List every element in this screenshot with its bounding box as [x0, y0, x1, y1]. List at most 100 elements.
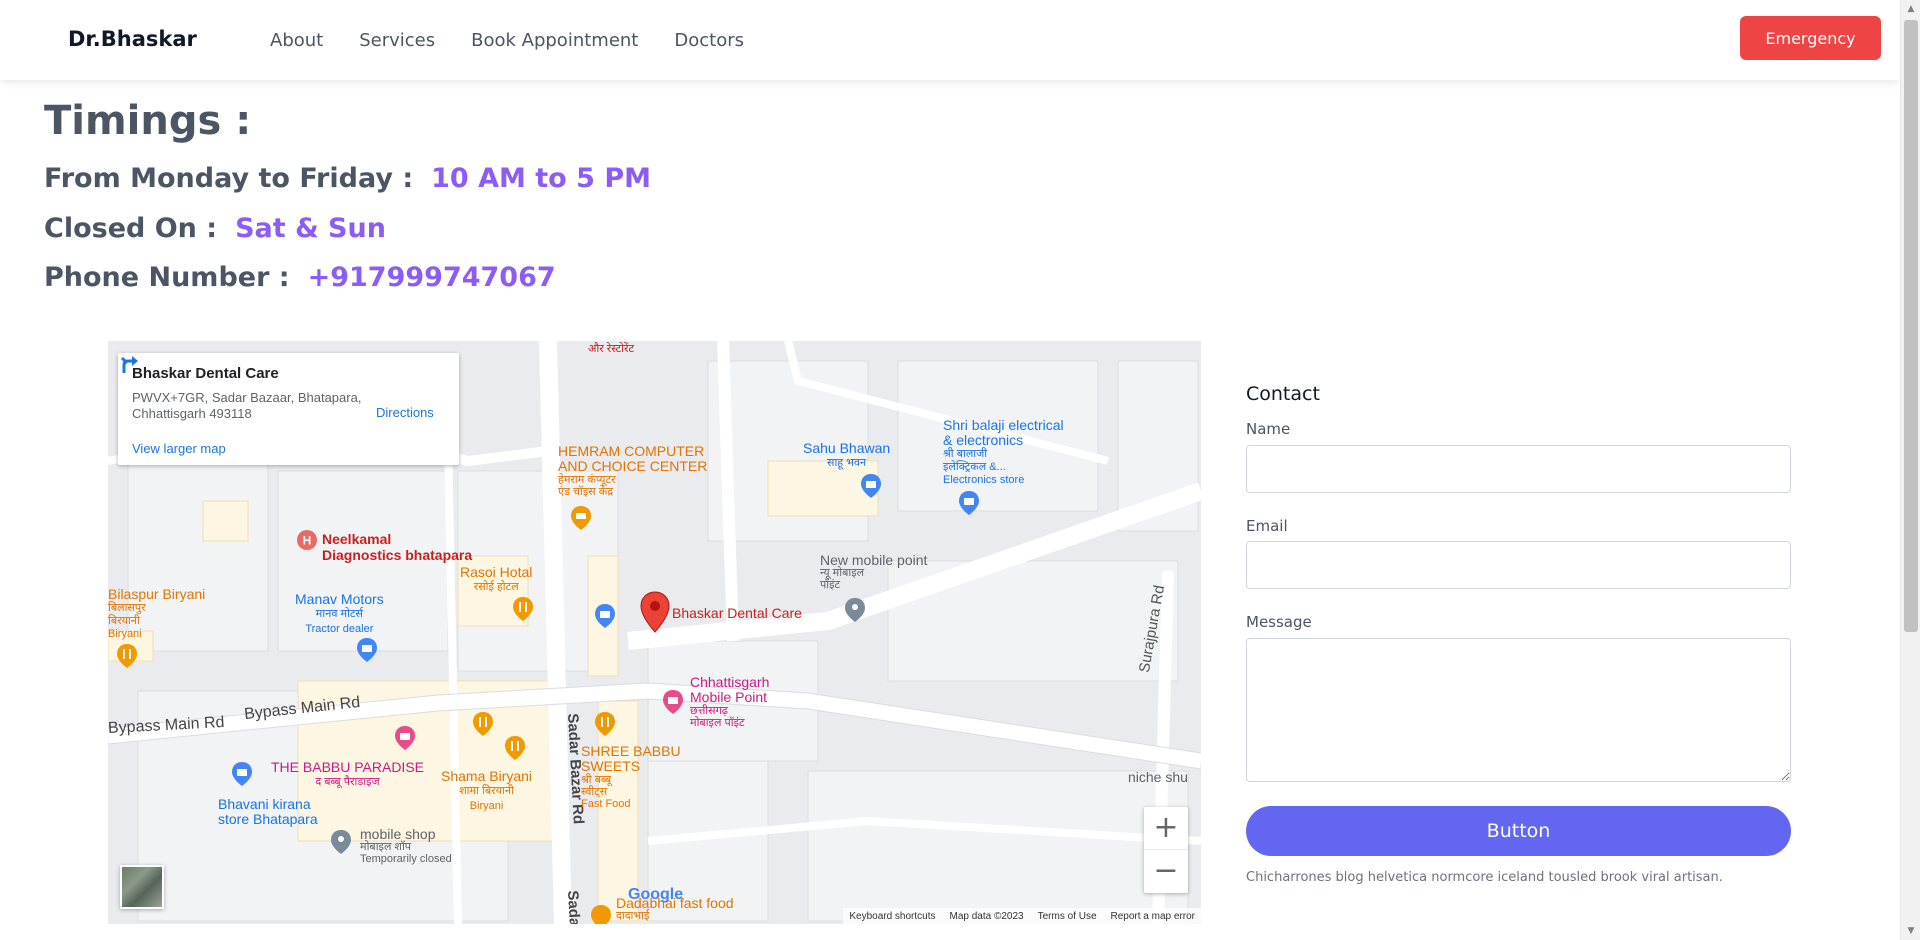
map-label: mobile shop मोबाइल शॉप Temporarily closed [360, 827, 452, 865]
directions-link[interactable]: Directions [376, 405, 434, 420]
map-label-line: Biryani [469, 800, 504, 812]
restaurant-icon[interactable] [116, 643, 138, 669]
scroll-up-arrow-icon[interactable]: ▲ [1901, 0, 1920, 18]
brand-logo[interactable]: Dr.Bhaskar [68, 27, 197, 51]
nav-book-appointment[interactable]: Book Appointment [471, 30, 638, 51]
map-label-line: मोबाइल शॉप [360, 841, 412, 853]
map-label-line: SHREE BABBU [581, 743, 681, 759]
map-label: और रेस्टोरेंट [588, 343, 635, 355]
map-label: Rasoi Hotal रसोई होटल [460, 565, 532, 595]
map-label-line: Fast Food [581, 798, 631, 810]
shopping-icon[interactable] [662, 689, 684, 715]
nav-doctors[interactable]: Doctors [674, 30, 744, 51]
submit-button[interactable]: Button [1246, 806, 1791, 856]
map-label-line: बिरयानी [108, 615, 140, 627]
restaurant-icon[interactable] [504, 735, 526, 761]
map-label-line: रसोई होटल [473, 581, 519, 593]
scroll-down-arrow-icon[interactable]: ▼ [1901, 922, 1920, 940]
map-label-line: Diagnostics bhatapara [322, 547, 473, 563]
map-label-line: न्यू मोबाइल [820, 567, 865, 579]
map-label-line: इलेक्ट्रिकल &... [943, 461, 1006, 473]
restaurant-icon[interactable] [590, 904, 612, 924]
nav-services[interactable]: Services [359, 30, 435, 51]
shopping-icon[interactable] [394, 725, 416, 751]
map-label-line: मानव मोटर्स [315, 608, 363, 620]
map-label-line: THE BABBU PARADISE [271, 759, 425, 775]
map-label: Chhattisgarh Mobile Point छत्तीसगढ़ मोबाइल … [690, 675, 769, 730]
map-label-line: Neelkamal [322, 531, 392, 547]
closed-label: Closed On : [44, 213, 218, 244]
terms-of-use-link[interactable]: Terms of Use [1038, 911, 1097, 922]
store-icon[interactable] [356, 637, 378, 663]
map-data-text: Map data ©2023 [949, 910, 1024, 922]
store-icon[interactable] [860, 473, 882, 499]
restaurant-icon[interactable] [472, 711, 494, 737]
cafe-icon[interactable] [570, 505, 592, 531]
phone-label: Phone Number : [44, 262, 290, 293]
name-input[interactable] [1246, 445, 1791, 493]
map-label-line: दादाभाई [616, 910, 650, 922]
page-scrollbar[interactable]: ▲ ▼ [1900, 0, 1920, 940]
weekday-label: From Monday to Friday : [44, 163, 414, 194]
timings-title: Timings : [44, 98, 252, 144]
map-place-address: PWVX+7GR, Sadar Bazaar, Bhatapara, Chhat… [132, 390, 362, 421]
main-nav: About Services Book Appointment Doctors [270, 30, 780, 51]
place-pin-icon[interactable] [844, 597, 866, 623]
map-label: New mobile point न्यू मोबाइल पॉइंट [820, 553, 927, 591]
map-label-line: शामा बिरयानी [459, 785, 514, 797]
message-label: Message [1246, 613, 1312, 631]
map-label-line: Rasoi Hotal [460, 564, 533, 580]
message-textarea[interactable] [1246, 638, 1791, 782]
store-icon[interactable] [594, 603, 616, 629]
store-icon[interactable] [231, 761, 253, 787]
map-label-line: Tractor dealer [305, 623, 374, 635]
google-logo: Google [628, 886, 684, 903]
map-attribution: Keyboard shortcuts Map data ©2023 Terms … [843, 908, 1201, 924]
store-icon[interactable] [958, 490, 980, 516]
map-label: Shri balaji electrical & electronics श्री … [943, 418, 1064, 487]
map-label-line: हेमराम कंप्यूटर [558, 474, 616, 486]
weekday-value: 10 AM to 5 PM [431, 163, 651, 194]
map-label-line: छत्तीसगढ़ [690, 705, 728, 717]
map-label-marker: Bhaskar Dental Care [672, 605, 802, 621]
map-label-line: स्वीट्स [581, 786, 608, 798]
phone-value[interactable]: +917999747067 [308, 262, 556, 293]
map-label-line: बिलासपुर [108, 602, 146, 614]
directions-icon[interactable] [118, 353, 142, 377]
view-larger-map-link[interactable]: View larger map [132, 441, 226, 456]
hospital-icon[interactable]: H [296, 529, 318, 551]
zoom-out-button[interactable]: − [1144, 850, 1188, 893]
place-pin-icon[interactable] [330, 829, 352, 855]
map-label: HEMRAM COMPUTER AND CHOICE CENTER हेमराम क… [558, 443, 707, 499]
email-input[interactable] [1246, 541, 1791, 589]
map-label-line: Mobile Point [690, 689, 768, 705]
map-label-line: New mobile point [820, 552, 928, 568]
map-label: SHREE BABBU SWEETS श्री बब्बू स्वीट्स Fast F… [581, 743, 681, 811]
map-label-line: store Bhatapara [218, 811, 318, 827]
map-zoom-control: + − [1144, 807, 1188, 893]
location-marker-icon[interactable] [640, 591, 670, 633]
google-map[interactable]: H Bhaskar Dental Care और रेस्टोरेंट HEMR… [108, 341, 1201, 924]
map-label-line: श्री बालाजी [943, 448, 988, 460]
keyboard-shortcuts-link[interactable]: Keyboard shortcuts [849, 911, 935, 922]
map-place-name: Bhaskar Dental Care [132, 365, 279, 382]
restaurant-icon[interactable] [512, 596, 534, 622]
map-label-line: द बब्बू पैराडाइज [315, 776, 380, 788]
scrollbar-thumb[interactable] [1904, 20, 1918, 632]
site-header: Dr.Bhaskar About Services Book Appointme… [0, 0, 1900, 80]
nav-about[interactable]: About [270, 30, 323, 51]
emergency-button[interactable]: Emergency [1740, 16, 1881, 60]
map-label-line: HEMRAM COMPUTER [558, 443, 705, 459]
satellite-toggle-button[interactable] [120, 865, 164, 909]
zoom-in-button[interactable]: + [1144, 807, 1188, 850]
map-label-line: Shama Biryani [441, 768, 533, 784]
restaurant-icon[interactable] [594, 711, 616, 737]
report-map-error-link[interactable]: Report a map error [1111, 911, 1195, 922]
map-label-line: Manav Motors [295, 591, 384, 607]
svg-text:H: H [303, 534, 312, 548]
weekday-hours: From Monday to Friday : 10 AM to 5 PM [44, 163, 651, 194]
contact-title: Contact [1246, 383, 1320, 405]
map-label-line: Bilaspur Biryani [108, 586, 206, 602]
map-label-line: mobile shop [360, 826, 436, 842]
map-label-line: Sahu Bhawan [803, 440, 891, 456]
